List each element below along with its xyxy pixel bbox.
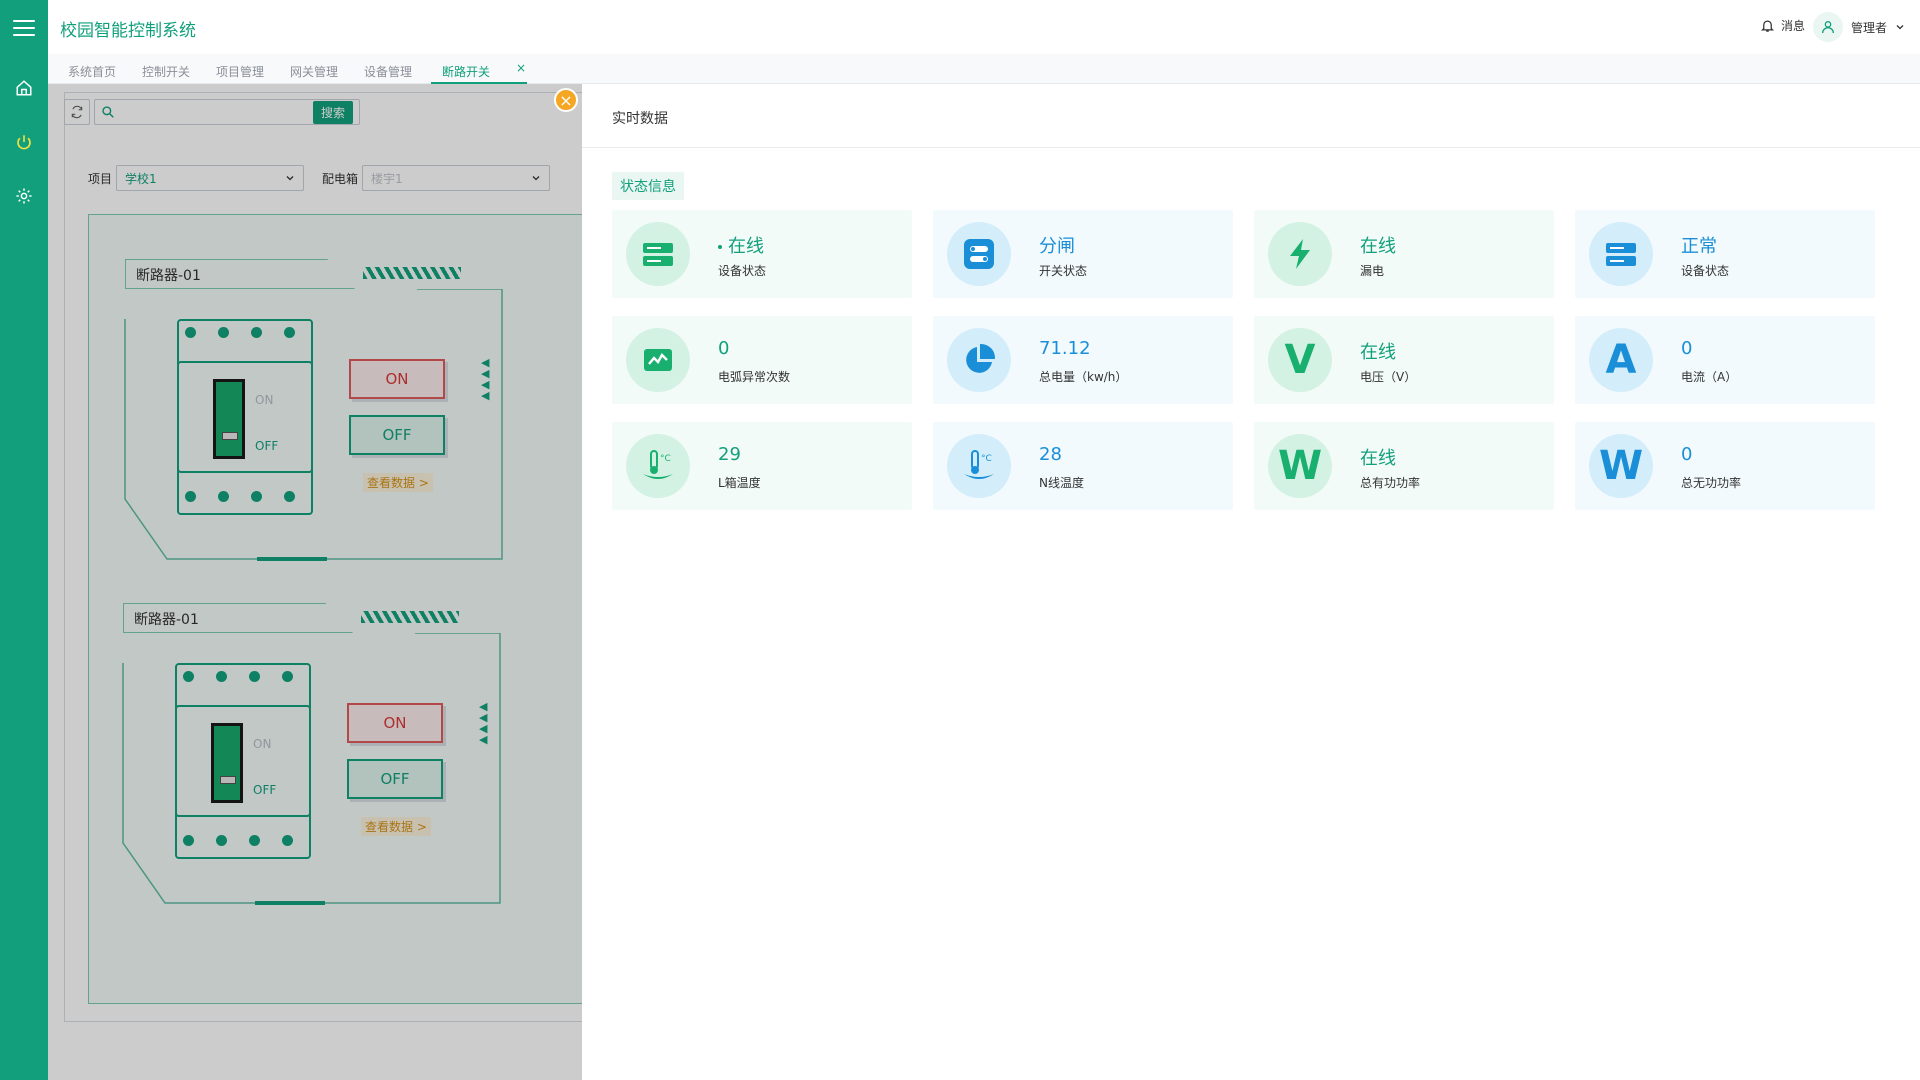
card-value: 71.12 <box>1039 338 1091 359</box>
card-value: 0 <box>718 338 730 359</box>
card-label: 设备状态 <box>718 264 767 278</box>
tab-bar: 系统首页 控制开关 项目管理 网关管理 设备管理 断路开关 × <box>48 54 1920 84</box>
current-letter: A <box>1605 337 1637 383</box>
top-header: 校园智能控制系统 消息 管理者 <box>48 0 1920 54</box>
messages-button[interactable]: 消息 <box>1760 17 1805 34</box>
card-value: 正常 <box>1681 236 1717 257</box>
status-card: 在线 漏电 <box>1254 210 1554 298</box>
card-value: 28 <box>1039 444 1062 465</box>
reactive-power-letter: W <box>1598 443 1644 489</box>
online-dot <box>718 245 722 249</box>
avatar <box>1813 12 1843 42</box>
voltage-icon: V <box>1268 328 1332 392</box>
card-label: 开关状态 <box>1039 264 1088 278</box>
server-icon <box>1589 222 1653 286</box>
server-icon <box>626 222 690 286</box>
toggle-icon <box>947 222 1011 286</box>
user-name: 管理者 <box>1851 20 1888 35</box>
current-icon: A <box>1589 328 1653 392</box>
status-card: A 0 电流（A） <box>1575 316 1875 404</box>
bell-icon <box>1760 20 1775 32</box>
status-card: 正常 设备状态 <box>1575 210 1875 298</box>
app-title: 校园智能控制系统 <box>60 21 196 41</box>
card-value: 在线 <box>1360 342 1396 363</box>
card-label: N线温度 <box>1039 476 1084 490</box>
drawer-mask[interactable] <box>48 84 582 1080</box>
status-card: W 在线 总有功功率 <box>1254 422 1554 510</box>
power-icon[interactable] <box>0 122 48 162</box>
user-menu[interactable]: 管理者 <box>1813 12 1905 42</box>
messages-label: 消息 <box>1781 19 1806 33</box>
tab-circuit-breaker[interactable]: 断路开关 <box>442 63 490 80</box>
reactive-power-icon: W <box>1589 434 1653 498</box>
card-label: L箱温度 <box>718 476 761 490</box>
tab-close-icon[interactable]: × <box>516 61 526 75</box>
status-section-tag: 状态信息 <box>612 172 684 200</box>
status-card: 分闸 开关状态 <box>933 210 1233 298</box>
tab-project-management[interactable]: 项目管理 <box>216 63 264 80</box>
card-value: 在线 <box>718 232 764 258</box>
card-value: 29 <box>718 444 741 465</box>
card-label: 总电量（kw/h） <box>1039 370 1128 384</box>
tab-gateway-management[interactable]: 网关管理 <box>290 63 338 80</box>
user-icon <box>1822 21 1834 34</box>
card-label: 漏电 <box>1360 264 1385 278</box>
card-label: 电压（V） <box>1360 370 1417 384</box>
drawer-title: 实时数据 <box>582 84 1920 148</box>
drawer-close-icon[interactable]: × <box>554 88 578 112</box>
tab-home[interactable]: 系统首页 <box>68 63 116 80</box>
voltage-letter: V <box>1284 337 1316 383</box>
svg-text:°C: °C <box>660 454 671 464</box>
status-card: V 在线 电压（V） <box>1254 316 1554 404</box>
home-icon[interactable] <box>0 68 48 108</box>
tab-control-switch[interactable]: 控制开关 <box>142 63 190 80</box>
pulse-icon <box>626 328 690 392</box>
status-card: 71.12 总电量（kw/h） <box>933 316 1233 404</box>
card-label: 总无功功率 <box>1681 476 1742 490</box>
active-power-letter: W <box>1277 443 1323 489</box>
card-label: 电弧异常次数 <box>718 370 791 384</box>
chevron-down-icon <box>1896 25 1904 30</box>
card-value-text: 在线 <box>728 236 764 257</box>
pie-icon <box>947 328 1011 392</box>
card-value: 在线 <box>1360 448 1396 469</box>
thermometer-icon: °C <box>626 434 690 498</box>
status-card: °C 28 N线温度 <box>933 422 1233 510</box>
card-value: 0 <box>1681 338 1693 359</box>
gear-icon[interactable] <box>0 176 48 216</box>
status-card: 0 电弧异常次数 <box>612 316 912 404</box>
status-card: W 0 总无功功率 <box>1575 422 1875 510</box>
side-rail <box>0 0 48 1080</box>
card-value: 分闸 <box>1039 236 1075 257</box>
card-label: 总有功功率 <box>1360 476 1421 490</box>
hamburger-menu-icon[interactable] <box>13 20 35 38</box>
card-label: 设备状态 <box>1681 264 1730 278</box>
card-label: 电流（A） <box>1681 370 1738 384</box>
tab-device-management[interactable]: 设备管理 <box>364 63 412 80</box>
status-card: °C 29 L箱温度 <box>612 422 912 510</box>
realtime-data-drawer: 实时数据 状态信息 在线 设备状态 分闸 开关状态 在线 漏电 正常 设备状态 … <box>582 84 1920 1080</box>
active-power-icon: W <box>1268 434 1332 498</box>
thermometer-icon: °C <box>947 434 1011 498</box>
card-value: 在线 <box>1360 236 1396 257</box>
status-card: 在线 设备状态 <box>612 210 912 298</box>
card-value: 0 <box>1681 444 1693 465</box>
lightning-icon <box>1268 222 1332 286</box>
svg-text:°C: °C <box>981 454 992 464</box>
